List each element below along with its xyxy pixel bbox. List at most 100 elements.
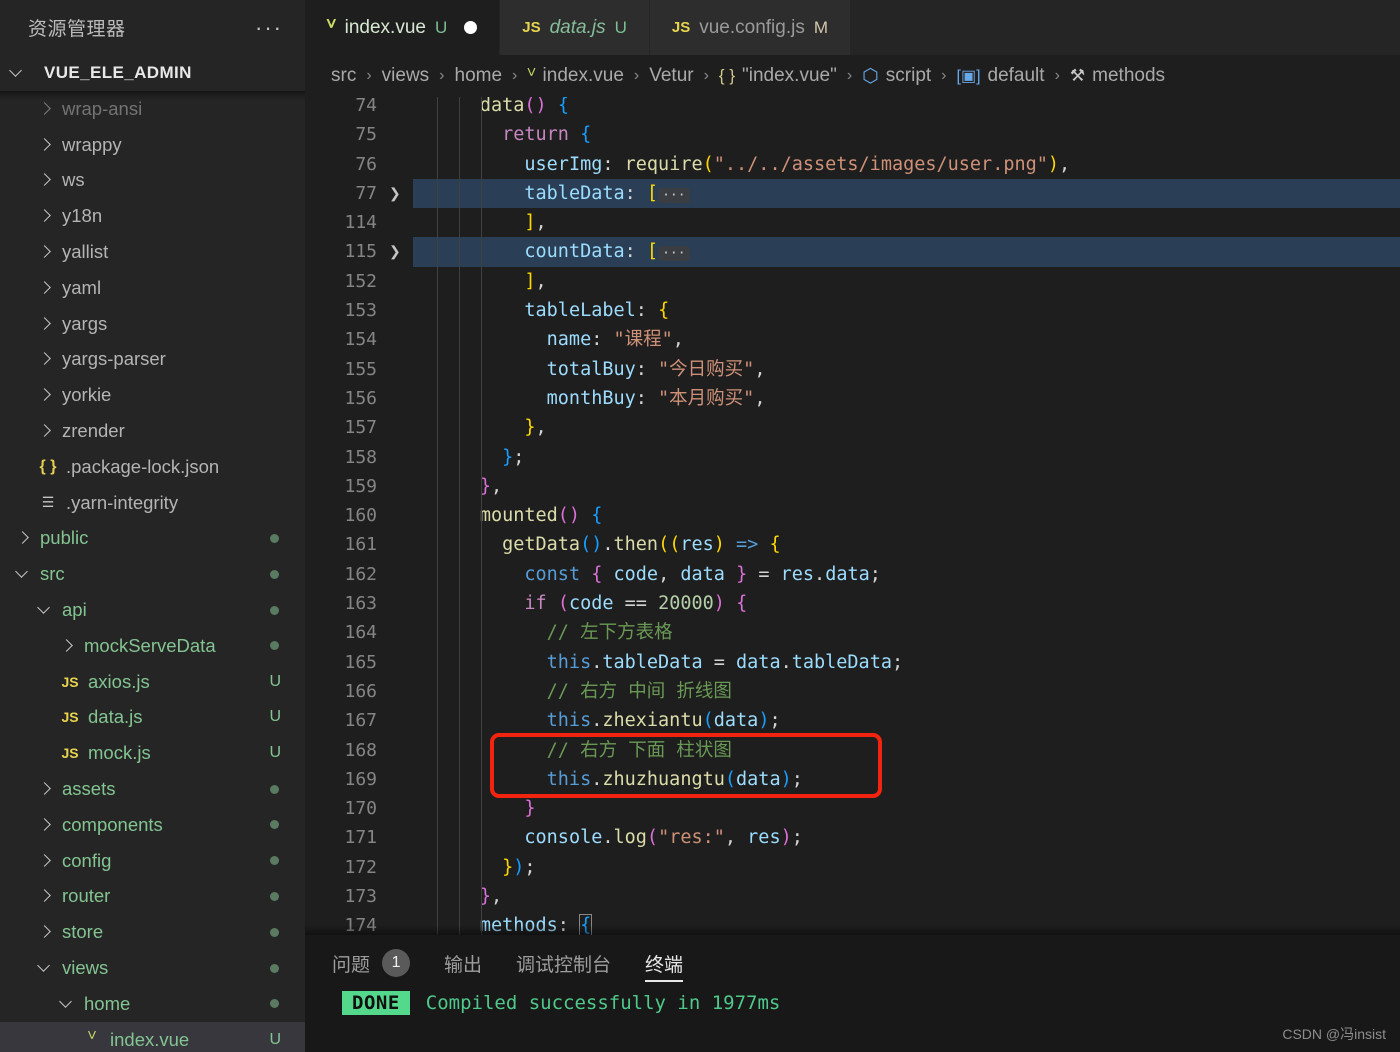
tree-item-yaml[interactable]: yaml [0, 270, 305, 306]
code-editor[interactable]: 74 data() {75 return {76 userImg: requir… [305, 97, 1400, 935]
panel-tab-badge: 1 [382, 949, 411, 977]
tree-item-zrender[interactable]: zrender [0, 413, 305, 449]
tree-item-components[interactable]: components [0, 807, 305, 843]
breadcrumb[interactable]: src › views › home › ⱽ index.vue › Vetur › { } "inde… [305, 55, 1400, 97]
code-token: 20000 [658, 593, 714, 615]
tree-item-wrappy[interactable]: wrappy [0, 127, 305, 163]
code-token: getData [502, 534, 581, 556]
breadcrumb-item-default[interactable]: [▣] default [957, 65, 1045, 87]
code-line[interactable]: 156 monthBuy: "本月购买", [305, 384, 1400, 413]
breadcrumb-item-home[interactable]: home [455, 65, 503, 87]
fold-chevron-icon[interactable]: ❯ [389, 179, 405, 208]
editor-tab-bar[interactable]: ⱽ index.vue U JS data.js U JS vue.config.js M [305, 0, 1400, 55]
code-token: ) [713, 534, 725, 556]
code-line[interactable]: 75 return { [305, 120, 1400, 149]
tree-item-wrap-ansi[interactable]: wrap-ansi [0, 91, 305, 127]
tree-item-mockservedata[interactable]: mockServeData [0, 628, 305, 664]
panel-tab-0[interactable]: 问题 1 [332, 935, 411, 991]
code-content[interactable]: 74 data() {75 return {76 userImg: requir… [305, 97, 1400, 935]
breadcrumb-item-script[interactable]: ⬡ script [862, 65, 931, 88]
breadcrumb-item-index.vue[interactable]: ⱽ index.vue [527, 65, 624, 88]
code-line[interactable]: 166 // 右方 中间 折线图 [305, 677, 1400, 706]
code-line[interactable]: 162 const { code, data } = res.data; [305, 560, 1400, 589]
code-line[interactable]: 76 userImg: require("../../assets/images… [305, 150, 1400, 179]
git-status-dot-icon [270, 963, 279, 973]
tree-item-data.js[interactable]: JS data.js U [0, 700, 305, 736]
code-token: data [713, 710, 759, 732]
code-line[interactable]: 174 methods: { [305, 911, 1400, 935]
code-line[interactable]: 74 data() { [305, 97, 1400, 120]
code-line[interactable]: 165 this.tableData = data.tableData; [305, 648, 1400, 677]
code-line[interactable]: 77 ❯ tableData: [··· [305, 178, 1400, 209]
tree-item-.package-lock.json[interactable]: { } .package-lock.json [0, 449, 305, 485]
code-line[interactable]: 171 console.log("res:", res); [305, 823, 1400, 852]
code-line[interactable]: 169 this.zhuzhuangtu(data); [305, 765, 1400, 794]
code-line-text: }; [413, 443, 1400, 472]
tree-item-api[interactable]: api [0, 592, 305, 628]
panel-tab-2[interactable]: 调试控制台 [516, 935, 611, 991]
panel-tab-3[interactable]: 终端 [645, 935, 684, 991]
code-line[interactable]: 157 }, [305, 413, 1400, 442]
tree-item-router[interactable]: router [0, 879, 305, 915]
tree-item-index.vue[interactable]: ⱽ index.vue U [0, 1021, 305, 1052]
tree-item-axios.js[interactable]: JS axios.js U [0, 664, 305, 700]
tree-item-mock.js[interactable]: JS mock.js U [0, 735, 305, 771]
code-line[interactable]: 153 tableLabel: { [305, 296, 1400, 325]
chevron-down-icon [36, 601, 54, 619]
line-number: 156 [344, 387, 377, 409]
breadcrumb-item-src[interactable]: src [331, 65, 356, 87]
code-line[interactable]: 163 if (code == 20000) { [305, 589, 1400, 618]
breadcrumb-item-views[interactable]: views [382, 65, 430, 87]
tree-item-config[interactable]: config [0, 843, 305, 879]
workspace-root-row[interactable]: VUE_ELE_ADMIN [0, 55, 305, 91]
editor-tab-data-js[interactable]: JS data.js U [500, 0, 650, 55]
tree-item-src[interactable]: src [0, 556, 305, 592]
panel-tab-list[interactable]: 问题 1 输出 调试控制台 终端 [305, 935, 1400, 991]
code-line[interactable]: 168 // 右方 下面 柱状图 [305, 736, 1400, 765]
tree-item-yallist[interactable]: yallist [0, 234, 305, 270]
git-status-dot-icon [270, 927, 279, 937]
tree-item-yargs[interactable]: yargs [0, 306, 305, 342]
tree-item-.yarn-integrity[interactable]: ☰ .yarn-integrity [0, 485, 305, 521]
tree-item-yorkie[interactable]: yorkie [0, 377, 305, 413]
tree-item-yargs-parser[interactable]: yargs-parser [0, 342, 305, 378]
code-line[interactable]: 158 }; [305, 443, 1400, 472]
git-status-dot-icon [270, 820, 279, 830]
code-line[interactable]: 155 totalBuy: "今日购买", [305, 355, 1400, 384]
code-line[interactable]: 164 // 左下方表格 [305, 618, 1400, 647]
panel-tab-1[interactable]: 输出 [444, 935, 482, 991]
breadcrumb-item-vetur[interactable]: Vetur [649, 65, 693, 87]
breadcrumb-item-index.vue[interactable]: { } "index.vue" [719, 65, 837, 87]
code-token: () [580, 534, 603, 556]
code-line[interactable]: 167 this.zhexiantu(data); [305, 706, 1400, 735]
code-line[interactable]: 173 }, [305, 882, 1400, 911]
code-line[interactable]: 172 }); [305, 853, 1400, 882]
file-tree[interactable]: wrap-ansi wrappy ws y18n yallist yaml yargs yar… [0, 91, 305, 1052]
tree-item-public[interactable]: public [0, 521, 305, 557]
code-line[interactable]: 154 name: "课程", [305, 325, 1400, 354]
tree-item-ws[interactable]: ws [0, 163, 305, 199]
tree-item-y18n[interactable]: y18n [0, 198, 305, 234]
breadcrumb-item-methods[interactable]: ⚒ methods [1070, 65, 1165, 87]
code-line[interactable]: 161 getData().then((res) => { [305, 530, 1400, 559]
code-line[interactable]: 159 }, [305, 472, 1400, 501]
code-line[interactable]: 152 ], [305, 267, 1400, 296]
editor-tab-vue-config-js[interactable]: JS vue.config.js M [649, 0, 852, 55]
unsaved-dot-icon[interactable] [464, 21, 478, 34]
line-number: 174 [344, 915, 377, 935]
code-line[interactable]: 115 ❯ countData: [··· [305, 237, 1400, 267]
code-line[interactable]: 160 mounted() { [305, 501, 1400, 530]
fold-chevron-icon[interactable]: ❯ [389, 237, 405, 266]
tree-item-home[interactable]: home [0, 986, 305, 1022]
tree-item-views[interactable]: views [0, 950, 305, 986]
code-line[interactable]: 114 ], [305, 208, 1400, 237]
code-line[interactable]: 170 } [305, 794, 1400, 823]
line-number: 152 [344, 270, 377, 292]
tree-item-assets[interactable]: assets [0, 771, 305, 807]
editor-tab-index-vue[interactable]: ⱽ index.vue U [305, 0, 501, 55]
explorer-more-actions-icon[interactable]: ··· [255, 16, 283, 38]
tree-item-store[interactable]: store [0, 914, 305, 950]
tree-item-label: yargs [62, 312, 108, 334]
code-token: } [502, 446, 514, 468]
